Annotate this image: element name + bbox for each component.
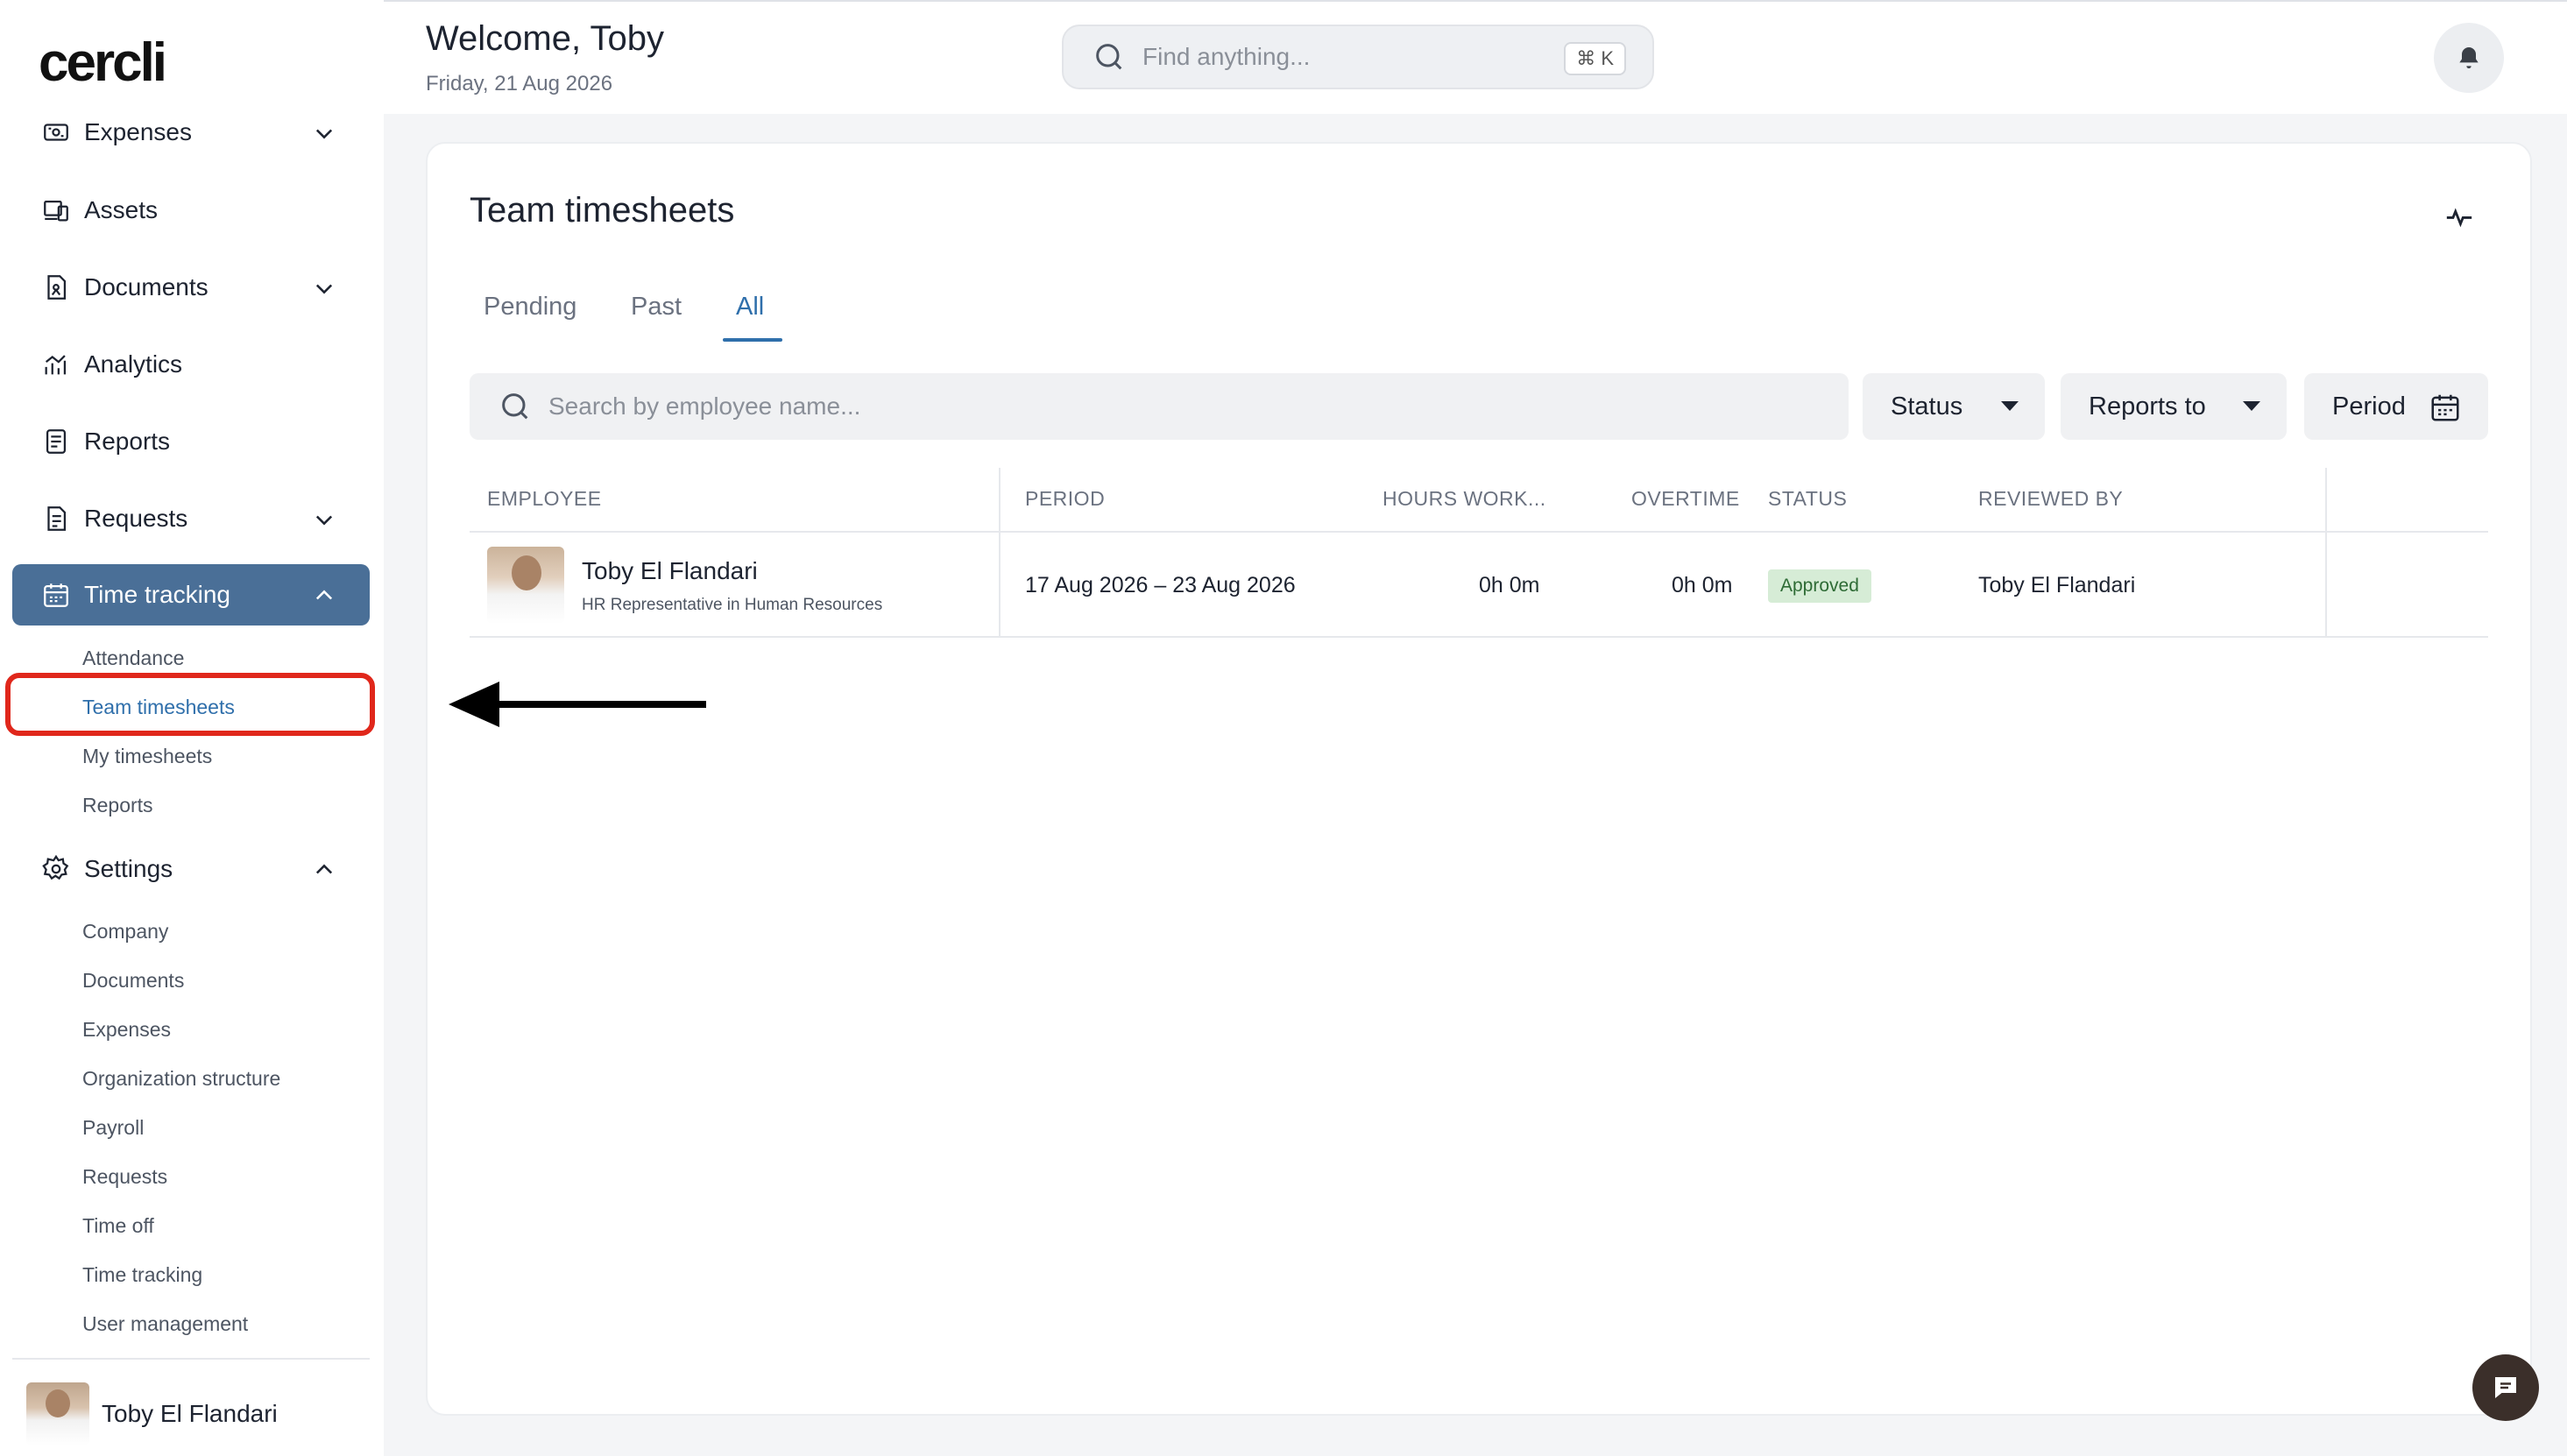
overtime-cell: 0h 0m [1672, 573, 1733, 597]
calendar-icon [40, 579, 72, 611]
column-header-status[interactable]: STATUS [1768, 487, 1847, 511]
active-tab-indicator [723, 338, 782, 342]
chevron-down-icon[interactable] [312, 121, 336, 145]
current-date: Friday, 21 Aug 2026 [426, 72, 613, 95]
reviewed-by-cell: Toby El Flandari [1978, 573, 2136, 597]
gear-icon [40, 853, 72, 885]
column-header-employee[interactable]: EMPLOYEE [487, 487, 602, 511]
requests-icon [40, 503, 72, 534]
app-logo[interactable]: cercli [39, 32, 167, 94]
sidebar-item-label: Time tracking [84, 581, 231, 608]
search-icon [502, 393, 528, 420]
tab-pending[interactable]: Pending [484, 293, 576, 322]
sidebar-item-analytics[interactable]: Analytics [12, 334, 370, 395]
sidebar-item-documents[interactable]: Documents [12, 257, 370, 318]
sub-item-my-timesheets[interactable]: My timesheets [82, 745, 212, 768]
calendar-icon [2431, 394, 2459, 421]
column-header-period[interactable]: PERIOD [1025, 487, 1105, 511]
settings-item-time-tracking[interactable]: Time tracking [82, 1263, 202, 1287]
tab-all[interactable]: All [736, 293, 764, 322]
caret-down-icon [2001, 401, 2019, 411]
sidebar-item-label: Requests [84, 505, 188, 532]
sidebar-item-requests[interactable]: Requests [12, 488, 370, 549]
period-filter[interactable]: Period [2304, 373, 2488, 440]
sidebar-divider [12, 1358, 370, 1360]
page-title: Team timesheets [470, 191, 735, 230]
employee-avatar [487, 547, 564, 624]
status-filter-label: Status [1891, 392, 1963, 421]
sidebar-item-label: Documents [84, 273, 209, 300]
chevron-up-icon[interactable] [312, 583, 336, 608]
employee-role: HR Representative in Human Resources [582, 596, 883, 614]
period-cell: 17 Aug 2026 – 23 Aug 2026 [1025, 573, 1296, 597]
user-name: Toby El Flandari [102, 1400, 278, 1427]
search-placeholder: Find anything... [1142, 43, 1311, 70]
search-icon [1096, 44, 1122, 70]
sidebar-item-label: Reports [84, 428, 171, 455]
global-search-input[interactable]: Find anything... ⌘ K [1062, 25, 1654, 89]
documents-icon [40, 272, 72, 303]
period-filter-label: Period [2332, 392, 2406, 421]
settings-item-requests[interactable]: Requests [82, 1165, 167, 1189]
settings-item-expenses[interactable]: Expenses [82, 1018, 171, 1042]
column-header-overtime[interactable]: OVERTIME [1631, 487, 1740, 511]
shortcut-badge: ⌘ K [1564, 42, 1626, 75]
reports-icon [40, 426, 72, 457]
reports-to-filter-label: Reports to [2089, 392, 2206, 421]
bell-icon [2459, 47, 2479, 68]
caret-down-icon [2243, 401, 2260, 411]
settings-item-documents[interactable]: Documents [82, 969, 184, 993]
sub-item-attendance[interactable]: Attendance [82, 647, 184, 670]
settings-item-organization-structure[interactable]: Organization structure [82, 1067, 280, 1091]
settings-item-payroll[interactable]: Payroll [82, 1116, 144, 1140]
status-filter[interactable]: Status [1863, 373, 2045, 440]
sidebar-item-expenses[interactable]: Expenses [12, 102, 370, 163]
employee-name[interactable]: Toby El Flandari [582, 557, 758, 585]
timesheets-card [426, 142, 2532, 1416]
sidebar-item-settings[interactable]: Settings [12, 838, 370, 900]
avatar [26, 1382, 89, 1445]
sidebar-item-assets[interactable]: Assets [12, 180, 370, 241]
column-divider [2325, 468, 2327, 638]
reports-to-filter[interactable]: Reports to [2061, 373, 2287, 440]
chevron-down-icon[interactable] [312, 507, 336, 532]
sidebar-item-reports[interactable]: Reports [12, 411, 370, 472]
chat-icon [2495, 1377, 2516, 1398]
chevron-up-icon[interactable] [312, 858, 336, 882]
sub-item-reports[interactable]: Reports [82, 794, 153, 817]
analytics-icon [40, 349, 72, 380]
notifications-button[interactable] [2434, 23, 2504, 93]
user-profile[interactable]: Toby El Flandari [26, 1382, 278, 1445]
sidebar-item-time-tracking[interactable]: Time tracking [12, 564, 370, 626]
sidebar: cercli Expenses Assets Documents Analyti… [0, 0, 384, 1456]
employee-search-input[interactable]: Search by employee name... [470, 373, 1849, 440]
settings-item-company[interactable]: Company [82, 920, 168, 944]
sidebar-item-label: Analytics [84, 350, 183, 378]
sidebar-item-label: Settings [84, 855, 173, 882]
status-badge: Approved [1768, 569, 1871, 603]
hours-cell: 0h 0m [1479, 573, 1540, 597]
sidebar-item-label: Assets [84, 196, 159, 223]
search-placeholder: Search by employee name... [548, 392, 861, 420]
settings-item-time-off[interactable]: Time off [82, 1214, 154, 1238]
sidebar-item-label: Expenses [84, 118, 192, 145]
tab-past[interactable]: Past [631, 293, 682, 322]
settings-item-user-management[interactable]: User management [82, 1312, 248, 1336]
column-header-hours[interactable]: HOURS WORK... [1383, 487, 1546, 511]
chat-support-button[interactable] [2472, 1354, 2539, 1421]
highlight-annotation [5, 673, 375, 736]
column-divider [999, 468, 1001, 638]
arrow-annotation-icon [449, 682, 706, 727]
activity-icon[interactable] [2444, 201, 2474, 231]
welcome-title: Welcome, Toby [426, 19, 664, 58]
expenses-icon [40, 117, 72, 148]
chevron-down-icon[interactable] [312, 276, 336, 300]
header-divider [470, 531, 2488, 533]
assets-icon [40, 194, 72, 226]
column-header-reviewed-by[interactable]: REVIEWED BY [1978, 487, 2123, 511]
row-divider [470, 636, 2488, 638]
